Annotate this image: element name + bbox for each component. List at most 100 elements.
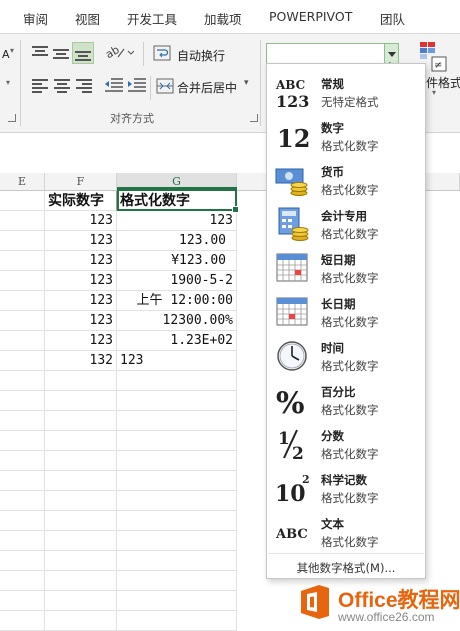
cell-blank[interactable]	[0, 611, 45, 631]
cell-blank[interactable]	[45, 411, 117, 431]
cell-actual[interactable]: 123	[45, 231, 117, 251]
cell-blank[interactable]	[0, 551, 45, 571]
align-left-icon[interactable]	[32, 79, 48, 93]
cell-blank[interactable]	[45, 391, 117, 411]
cell-blank[interactable]	[117, 471, 237, 491]
alignment-launcher-icon[interactable]	[250, 114, 258, 122]
cell-blank[interactable]	[0, 411, 45, 431]
tab-review[interactable]: 审阅	[23, 9, 48, 28]
merge-dropdown-arrow-icon[interactable]: ▾	[244, 78, 249, 88]
align-top-icon[interactable]	[32, 46, 48, 60]
cell-blank[interactable]	[0, 231, 45, 251]
cell-formatted[interactable]: 上午 12:00:00	[117, 291, 237, 311]
cell-blank[interactable]	[45, 451, 117, 471]
cell-blank[interactable]	[117, 611, 237, 631]
tab-developer[interactable]: 开发工具	[127, 9, 177, 28]
align-center-icon[interactable]	[54, 79, 70, 93]
wrap-text-button[interactable]: 自动换行	[177, 47, 225, 64]
cell-blank[interactable]	[0, 531, 45, 551]
menu-item-general[interactable]: ABC 123 常规 无特定格式	[268, 70, 424, 114]
tab-powerpivot[interactable]: POWERPIVOT	[269, 9, 352, 24]
merge-center-button[interactable]: 合并后居中	[177, 79, 237, 96]
cell-blank[interactable]	[117, 431, 237, 451]
menu-item-number[interactable]: 12 数字 格式化数字	[268, 114, 424, 158]
menu-item-fraction[interactable]: 1 2 分数 格式化数字	[268, 422, 424, 466]
cell-blank[interactable]	[117, 531, 237, 551]
cell-blank[interactable]	[0, 471, 45, 491]
tab-view[interactable]: 视图	[75, 9, 100, 28]
number-format-dropdown-button[interactable]	[384, 44, 398, 64]
cell-blank[interactable]	[45, 571, 117, 591]
cell-blank[interactable]	[0, 331, 45, 351]
cell-blank[interactable]	[0, 311, 45, 331]
menu-item-scientific[interactable]: 10 2 科学记数 格式化数字	[268, 466, 424, 510]
cell-blank[interactable]	[0, 251, 45, 271]
cell-formatted[interactable]: 123	[117, 351, 237, 371]
cell-blank[interactable]	[45, 511, 117, 531]
font-size-glyph[interactable]: A	[2, 48, 10, 61]
cell-blank[interactable]	[45, 531, 117, 551]
menu-item-accounting[interactable]: 会计专用 格式化数字	[268, 202, 424, 246]
more-number-formats-link[interactable]: 其他数字格式(M)...	[267, 560, 425, 576]
menu-item-long-date[interactable]: 长日期 格式化数字	[268, 290, 424, 334]
cell-formatted[interactable]: 1.23E+02	[117, 331, 237, 351]
cell-formatted[interactable]: 123.00	[117, 231, 237, 251]
cell-blank[interactable]	[0, 571, 45, 591]
cell-formatted[interactable]: ¥123.00	[117, 251, 237, 271]
cell-formatted[interactable]: 12300.00%	[117, 311, 237, 331]
cell-blank[interactable]	[117, 411, 237, 431]
orientation-icon[interactable]: ab	[104, 43, 134, 61]
cell-blank[interactable]	[117, 491, 237, 511]
column-header-f[interactable]: F	[45, 173, 117, 191]
cell-blank[interactable]	[0, 351, 45, 371]
cell-blank[interactable]	[45, 551, 117, 571]
font-dropdown-arrow-icon[interactable]: ▾	[6, 78, 10, 87]
cell-blank[interactable]	[45, 591, 117, 611]
decrease-indent-icon[interactable]	[104, 78, 124, 94]
active-cell-selection[interactable]	[117, 187, 239, 213]
cell-blank[interactable]	[0, 291, 45, 311]
align-bottom-button[interactable]	[72, 42, 94, 64]
cell-blank[interactable]	[117, 391, 237, 411]
cell-blank[interactable]	[0, 431, 45, 451]
cell-blank[interactable]	[117, 571, 237, 591]
menu-item-text[interactable]: ABC 文本 格式化数字	[268, 510, 424, 554]
align-middle-icon[interactable]	[53, 46, 69, 60]
menu-item-percentage[interactable]: % 百分比 格式化数字	[268, 378, 424, 422]
cell-blank[interactable]	[0, 211, 45, 231]
cell-blank[interactable]	[117, 451, 237, 471]
menu-item-time[interactable]: 时间 格式化数字	[268, 334, 424, 378]
cell-actual[interactable]: 123	[45, 311, 117, 331]
cell-blank[interactable]	[0, 491, 45, 511]
cell-formatted[interactable]: 123	[117, 211, 237, 231]
cell-blank[interactable]	[45, 491, 117, 511]
menu-item-currency[interactable]: 货币 格式化数字	[268, 158, 424, 202]
cell-blank[interactable]	[117, 371, 237, 391]
cell-actual[interactable]: 123	[45, 331, 117, 351]
header-cell-actual[interactable]: 实际数字	[45, 191, 117, 211]
cell-blank[interactable]	[45, 611, 117, 631]
cell-blank[interactable]	[0, 591, 45, 611]
number-format-combobox[interactable]	[266, 43, 399, 65]
increase-indent-icon[interactable]	[127, 78, 147, 94]
cell-blank[interactable]	[45, 431, 117, 451]
cell-blank[interactable]	[117, 511, 237, 531]
cell-actual[interactable]: 123	[45, 251, 117, 271]
cell-blank[interactable]	[0, 371, 45, 391]
menu-item-short-date[interactable]: 短日期 格式化数字	[268, 246, 424, 290]
cell-actual[interactable]: 123	[45, 271, 117, 291]
cell-blank[interactable]	[117, 591, 237, 611]
cell-blank[interactable]	[0, 191, 45, 211]
font-launcher-icon[interactable]	[8, 114, 16, 122]
cell-actual[interactable]: 123	[45, 291, 117, 311]
cell-blank[interactable]	[45, 371, 117, 391]
align-right-icon[interactable]	[76, 79, 92, 93]
cell-blank[interactable]	[0, 271, 45, 291]
cond-format-arrow-icon[interactable]: ▾	[432, 88, 436, 97]
cell-blank[interactable]	[117, 551, 237, 571]
cell-actual[interactable]: 123	[45, 211, 117, 231]
cell-blank[interactable]	[0, 451, 45, 471]
tab-team[interactable]: 团队	[380, 9, 405, 28]
cell-blank[interactable]	[0, 511, 45, 531]
column-header-e[interactable]: E	[0, 173, 45, 191]
